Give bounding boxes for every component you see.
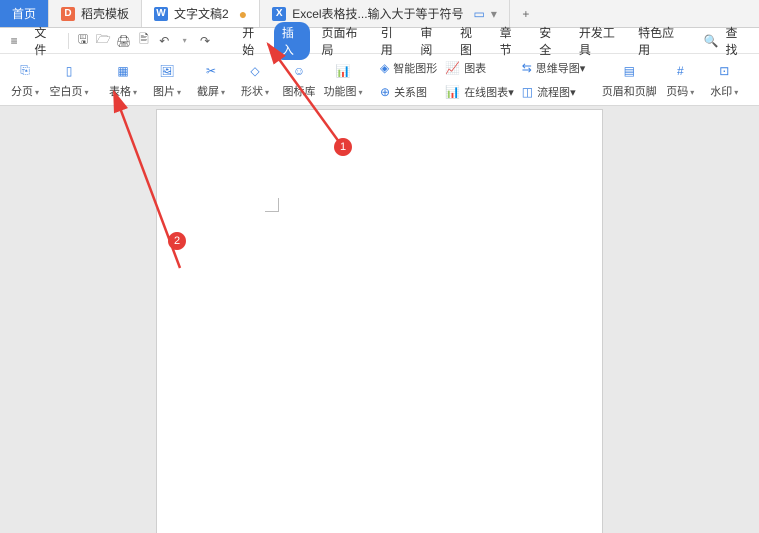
- page-break-icon: ⎘: [14, 61, 36, 81]
- function-graph-icon: 📊: [332, 61, 354, 81]
- save-icon[interactable]: 🖫: [75, 30, 91, 51]
- page-number-icon: #: [669, 61, 691, 81]
- mindmap-button[interactable]: ⇆ 思维导图▾: [522, 57, 586, 79]
- search-icon[interactable]: 🔍: [703, 34, 719, 48]
- page-number-button[interactable]: # 页码▾: [659, 55, 701, 105]
- flowchart-button[interactable]: ◫ 流程图▾: [522, 81, 586, 103]
- tab-excel-label: Excel表格技...输入大于等于符号: [292, 5, 463, 22]
- margin-corner-icon: [265, 198, 279, 212]
- annotation-marker-1: 1: [334, 138, 352, 156]
- screenshot-icon: ✂: [200, 61, 222, 81]
- word-doc-icon: W: [154, 7, 168, 21]
- ribbon-group-mindmap: ⇆ 思维导图▾ ◫ 流程图▾: [518, 54, 590, 105]
- ribbon-group-headerfooter: ▤ 页眉和页脚 # 页码▾ ⊡ 水印▾: [601, 54, 745, 105]
- chart-icon: 📈: [445, 61, 460, 75]
- chart-button[interactable]: 📈 图表: [445, 57, 513, 79]
- app-menu-icon[interactable]: ≡: [6, 34, 22, 48]
- header-footer-button[interactable]: ▤ 页眉和页脚: [601, 55, 657, 105]
- header-footer-icon: ▤: [618, 61, 640, 81]
- ribbon-group-illustrations: ▦ 表格▾ 🖼 图片▾ ✂ 截屏▾ ◇ 形状▾ ☺ 图标库 📊 功能图▾: [102, 54, 364, 105]
- tab-dropdown-icon: ▾: [491, 7, 497, 21]
- mindmap-icon: ⇆: [522, 61, 532, 75]
- undo-icon[interactable]: ↶: [156, 34, 172, 48]
- flowchart-icon: ◫: [522, 85, 533, 99]
- unsaved-indicator-icon: ●: [239, 6, 247, 22]
- relation-icon: ⊕: [380, 85, 390, 99]
- tab-home[interactable]: 首页: [0, 0, 49, 27]
- print-preview-icon[interactable]: 🖹: [136, 30, 152, 51]
- redo-icon[interactable]: ↷: [197, 34, 213, 48]
- ribbon-group-charts2: 📈 图表 📊 在线图表▾: [441, 54, 517, 105]
- watermark-icon: ⊡: [713, 61, 735, 81]
- annotation-marker-2: 2: [168, 232, 186, 250]
- print-icon[interactable]: 🖨: [115, 34, 131, 48]
- shapes-button[interactable]: ◇ 形状▾: [234, 55, 276, 105]
- open-icon[interactable]: 🗁: [95, 30, 111, 51]
- ribbon-insert: ⎘ 分页▾ ▯ 空白页▾ ▦ 表格▾ 🖼 图片▾ ✂ 截屏▾ ◇ 形状▾ ☺ 图…: [0, 54, 759, 106]
- table-icon: ▦: [112, 61, 134, 81]
- picture-button[interactable]: 🖼 图片▾: [146, 55, 188, 105]
- page-area: [0, 106, 759, 533]
- tab-home-label: 首页: [12, 5, 36, 22]
- function-graph-button[interactable]: 📊 功能图▾: [322, 55, 364, 105]
- smart-graphic-icon: ◈: [380, 61, 389, 75]
- screenshot-button[interactable]: ✂ 截屏▾: [190, 55, 232, 105]
- blank-page-button[interactable]: ▯ 空白页▾: [48, 55, 90, 105]
- icon-library-button[interactable]: ☺ 图标库: [278, 55, 320, 105]
- tab-excel[interactable]: X Excel表格技...输入大于等于符号 ▭ ▾: [260, 0, 510, 27]
- tab-template-label: 稻壳模板: [81, 5, 129, 22]
- separator: [68, 33, 69, 49]
- shapes-icon: ◇: [244, 61, 266, 81]
- blank-page-icon: ▯: [58, 61, 80, 81]
- watermark-button[interactable]: ⊡ 水印▾: [703, 55, 745, 105]
- icon-library-icon: ☺: [288, 61, 310, 81]
- tab-template[interactable]: D 稻壳模板: [49, 0, 142, 27]
- document-page[interactable]: [157, 110, 602, 533]
- online-chart-icon: 📊: [445, 85, 460, 99]
- template-icon: D: [61, 7, 75, 21]
- ribbon-group-charts: ◈ 智能图形 ⊕ 关系图: [376, 54, 441, 105]
- picture-icon: 🖼: [156, 61, 178, 81]
- excel-doc-icon: X: [272, 7, 286, 21]
- undo-dropdown-icon[interactable]: ▾: [177, 36, 193, 45]
- menu-bar: ≡ 文件 🖫 🗁 🖨 🖹 ↶ ▾ ↷ 开始 插入 页面布局 引用 审阅 视图 章…: [0, 28, 759, 54]
- relation-chart-button[interactable]: ⊕ 关系图: [380, 81, 437, 103]
- tab-document-label: 文字文稿2: [174, 5, 229, 22]
- smart-graphic-button[interactable]: ◈ 智能图形: [380, 57, 437, 79]
- screen-icon: ▭: [474, 7, 485, 21]
- tab-document[interactable]: W 文字文稿2 ●: [142, 0, 260, 27]
- table-button[interactable]: ▦ 表格▾: [102, 55, 144, 105]
- page-break-button[interactable]: ⎘ 分页▾: [4, 55, 46, 105]
- online-chart-button[interactable]: 📊 在线图表▾: [445, 81, 513, 103]
- workspace: 1 2: [0, 106, 759, 533]
- ribbon-group-pages: ⎘ 分页▾ ▯ 空白页▾: [4, 54, 90, 105]
